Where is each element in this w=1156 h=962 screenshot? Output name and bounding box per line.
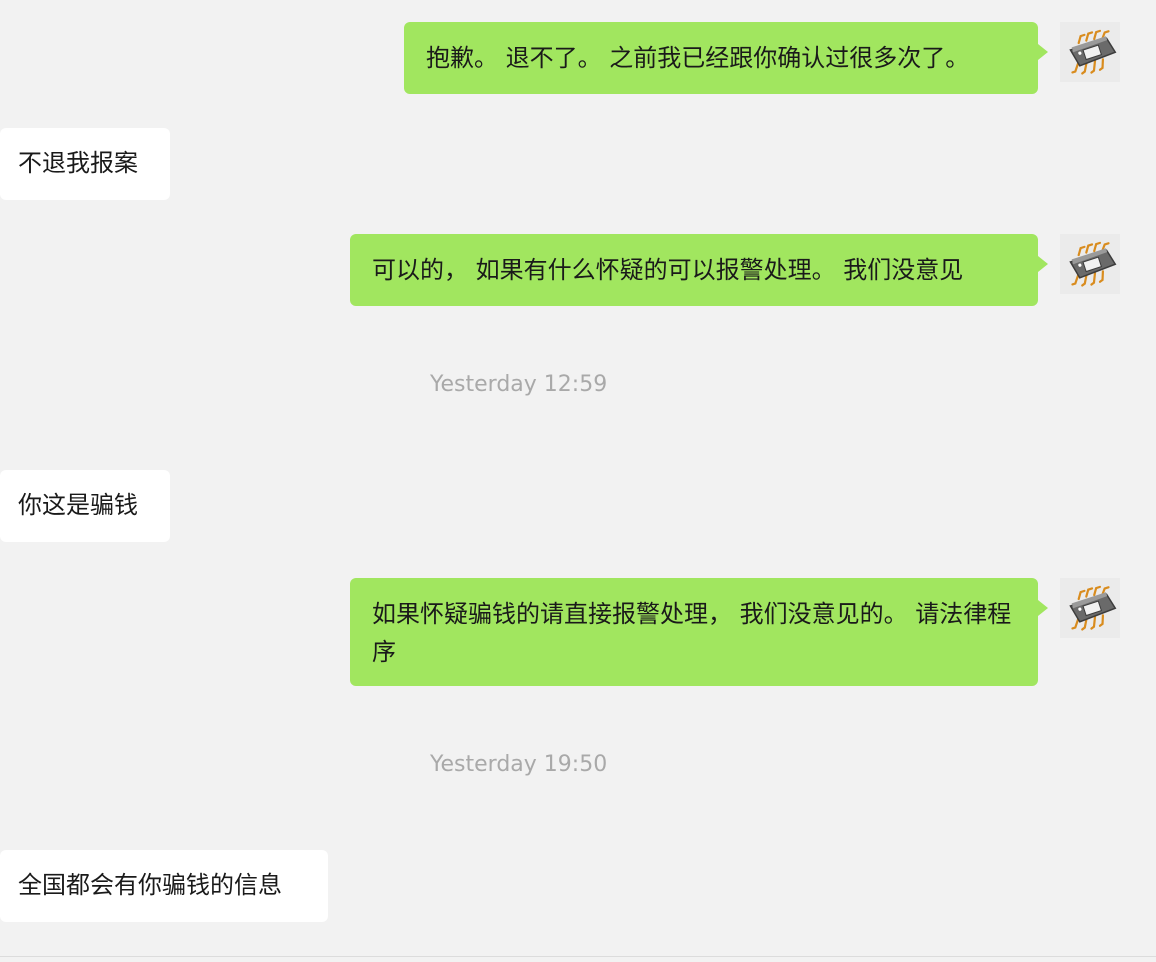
divider [0,956,1156,957]
message-text: 你这是骗钱 [18,491,138,519]
user-avatar[interactable] [1060,234,1120,294]
outgoing-message-bubble[interactable]: 如果怀疑骗钱的请直接报警处理， 我们没意见的。 请法律程序 [350,578,1048,686]
message-text: 不退我报案 [18,149,138,177]
message-text: 抱歉。 退不了。 之前我已经跟你确认过很多次了。 [426,44,970,72]
message-text: 如果怀疑骗钱的请直接报警处理， 我们没意见的。 请法律程序 [372,600,1012,666]
message-timestamp: Yesterday 19:50 [430,752,608,777]
chat-message-list[interactable]: 抱歉。 退不了。 之前我已经跟你确认过很多次了。 不退我报案 可以的， 如果有什… [0,0,1156,962]
message-text: 全国都会有你骗钱的信息 [18,871,282,899]
microchip-icon [1069,585,1117,631]
incoming-message-bubble[interactable]: 你这是骗钱 [0,470,170,542]
user-avatar[interactable] [1060,578,1120,638]
message-timestamp: Yesterday 12:59 [430,372,608,397]
message-text: 可以的， 如果有什么怀疑的可以报警处理。 我们没意见 [372,256,964,284]
microchip-icon [1069,29,1117,75]
incoming-message-bubble[interactable]: 不退我报案 [0,128,170,200]
outgoing-message-bubble[interactable]: 可以的， 如果有什么怀疑的可以报警处理。 我们没意见 [350,234,1048,306]
outgoing-message-bubble[interactable]: 抱歉。 退不了。 之前我已经跟你确认过很多次了。 [404,22,1048,94]
incoming-message-bubble[interactable]: 全国都会有你骗钱的信息 [0,850,328,922]
microchip-icon [1069,241,1117,287]
user-avatar[interactable] [1060,22,1120,82]
